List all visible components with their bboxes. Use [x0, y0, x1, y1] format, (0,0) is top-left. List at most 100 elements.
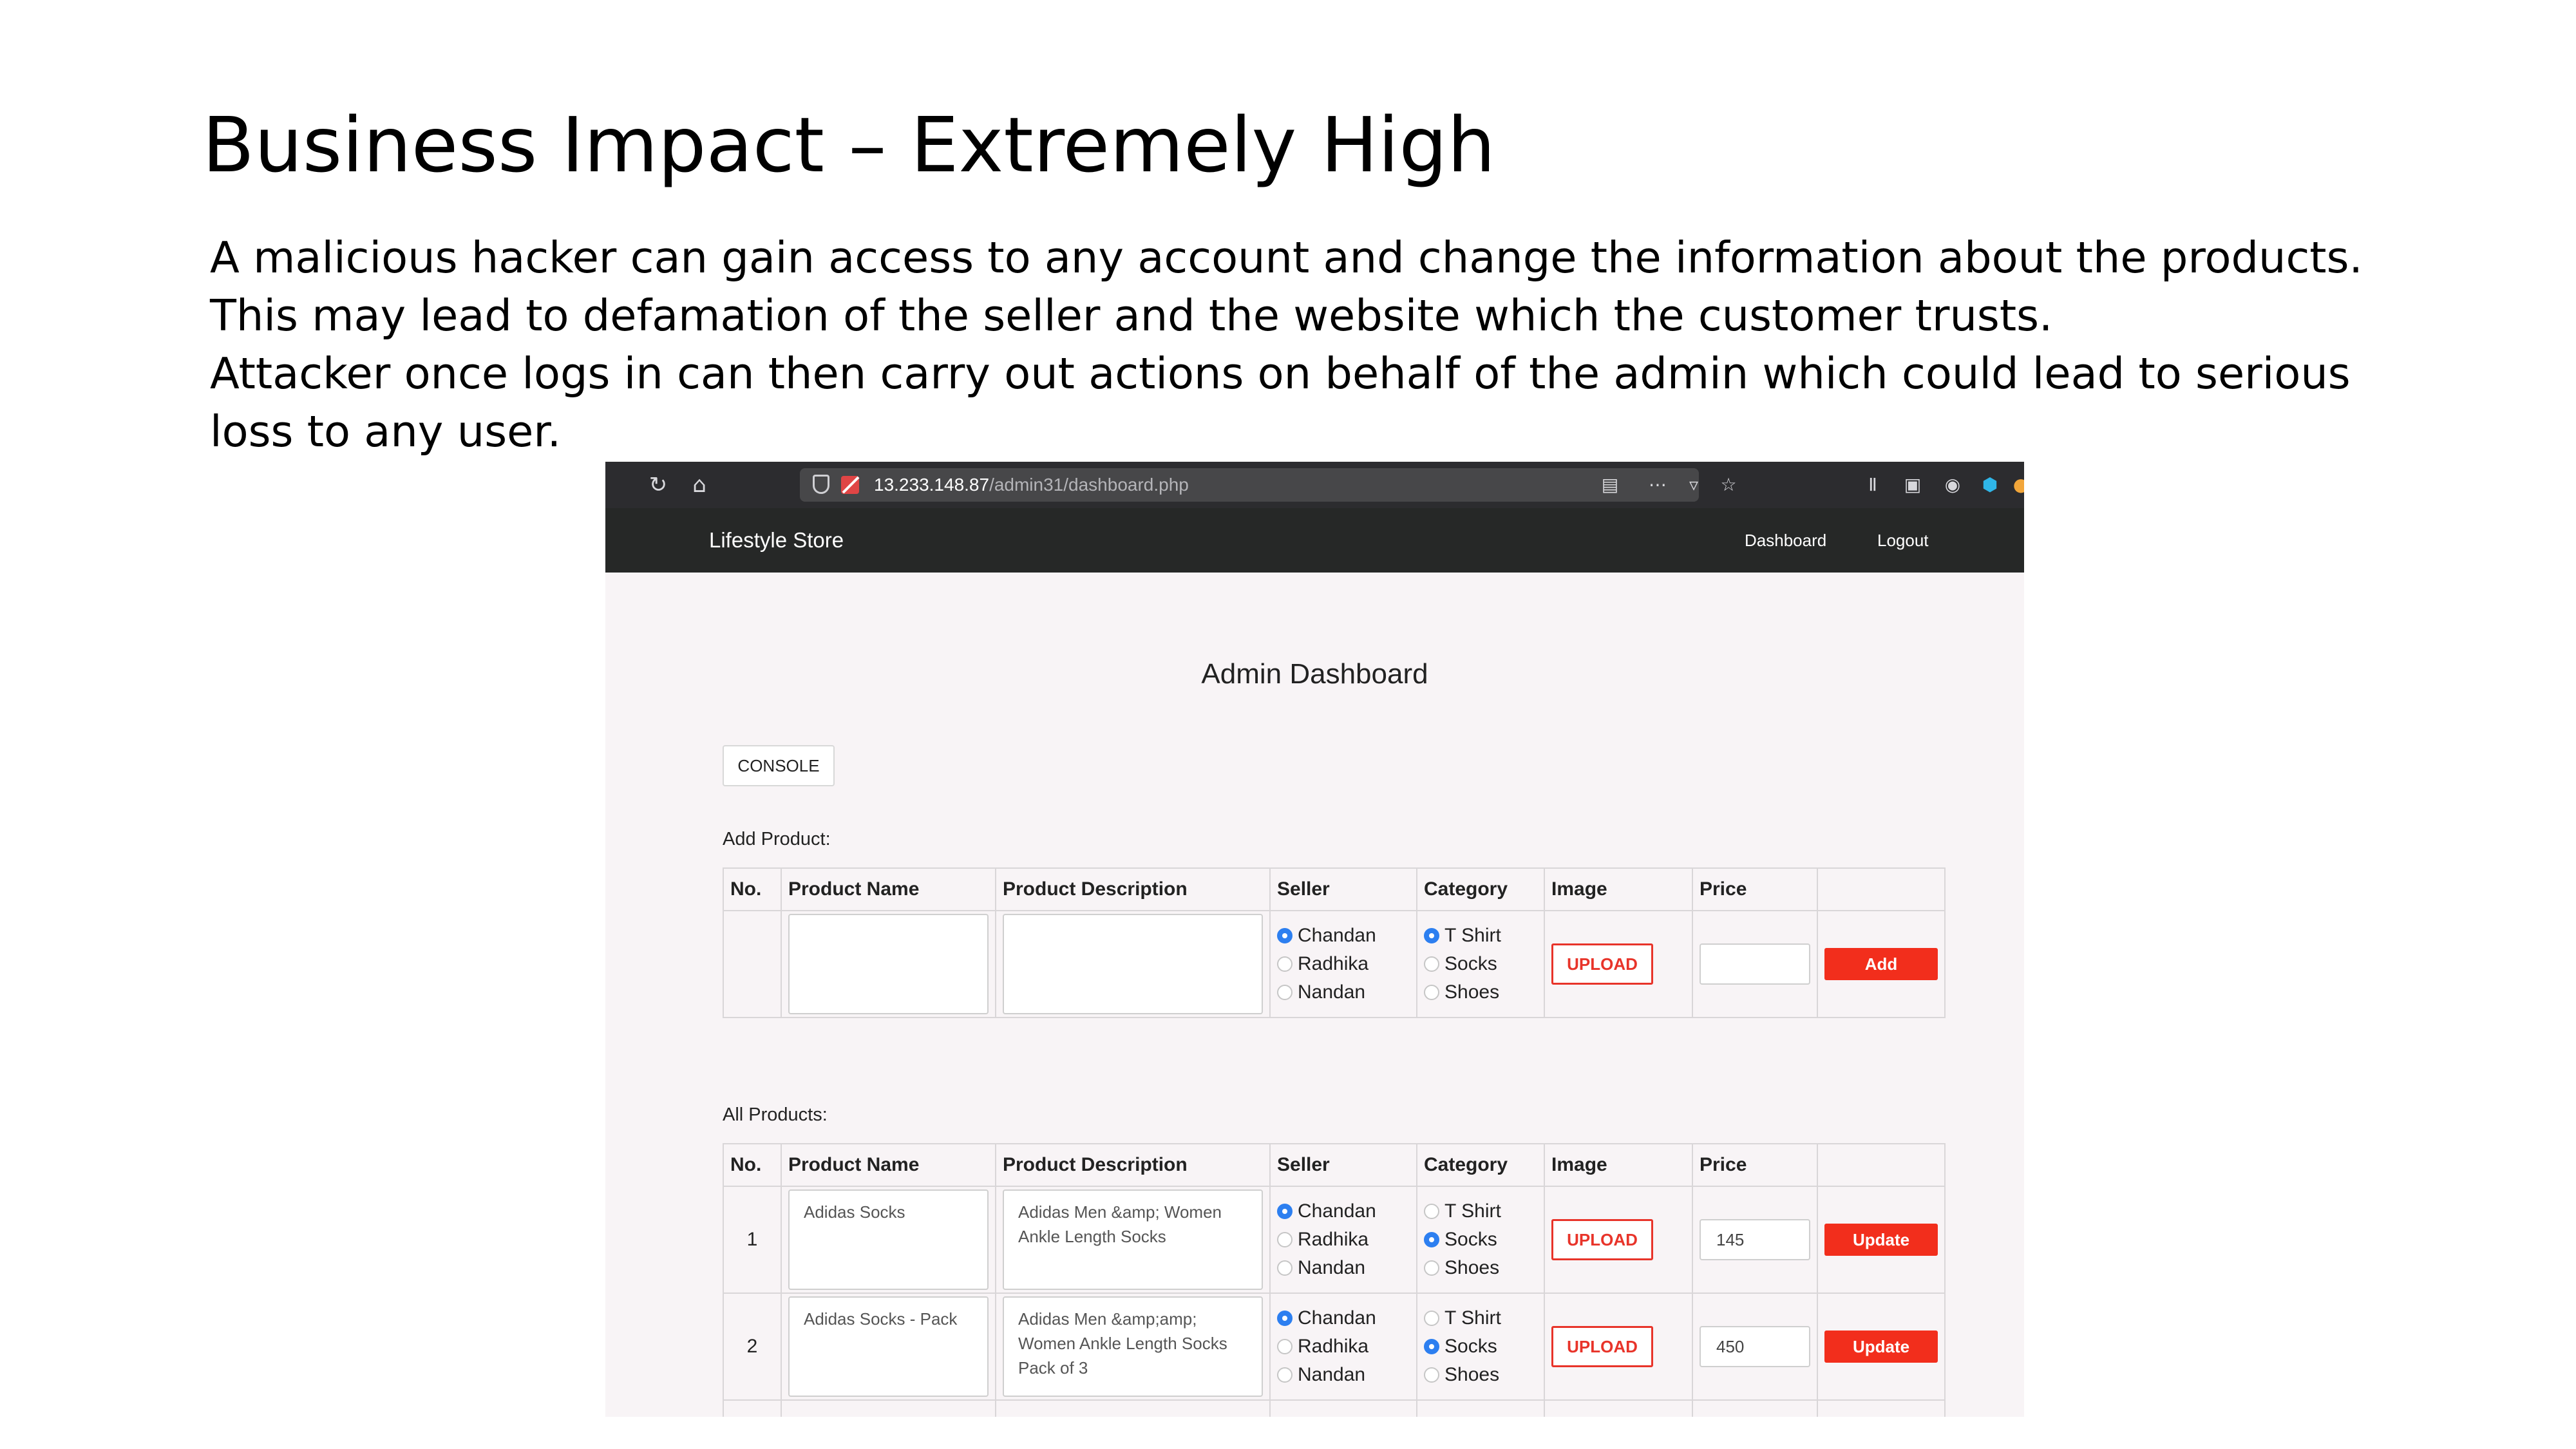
radio-button[interactable] — [1277, 1367, 1293, 1383]
category-radio-group-option[interactable]: Shoes — [1424, 978, 1537, 1007]
radio-button[interactable] — [1277, 1204, 1293, 1219]
cell-product-description: Adidas Men &amp;amp; Women Ankle Length … — [995, 1293, 1271, 1401]
add-button[interactable]: Add — [1824, 948, 1938, 980]
shield-icon[interactable] — [813, 475, 829, 494]
radio-button[interactable] — [1277, 928, 1293, 943]
seller-radio-group-option[interactable]: Radhika — [1277, 950, 1410, 978]
address-bar[interactable]: 13.233.148.87/admin31/dashboard.php ▤ ⋯ … — [800, 468, 1737, 502]
radio-button[interactable] — [1277, 956, 1293, 972]
seller-radio-group-option[interactable]: Chandan — [1277, 922, 1410, 950]
radio-button[interactable] — [1277, 985, 1293, 1000]
pocket-icon[interactable]: ▿ — [1680, 471, 1708, 499]
library-icon[interactable]: Ⅱ — [1859, 471, 1887, 499]
radio-button[interactable] — [1424, 1204, 1439, 1219]
home-icon[interactable]: ⌂ — [685, 471, 714, 499]
brand-logo[interactable]: Lifestyle Store — [709, 508, 844, 573]
product-description-input[interactable] — [1003, 914, 1263, 1014]
cell-seller — [1269, 1399, 1417, 1417]
category-radio-group-option[interactable]: Socks — [1424, 1332, 1537, 1361]
url-path: /admin31/dashboard.php — [989, 475, 1189, 495]
column-header-number: No. — [723, 867, 782, 911]
cell-image — [1544, 1399, 1693, 1417]
radio-button[interactable] — [1424, 985, 1439, 1000]
cell-action: Update — [1817, 1293, 1946, 1401]
upload-button[interactable]: UPLOAD — [1551, 943, 1653, 985]
radio-button[interactable] — [1424, 956, 1439, 972]
column-header-product-description: Product Description — [995, 867, 1271, 911]
seller-radio-group-option[interactable]: Radhika — [1277, 1226, 1410, 1254]
more-icon[interactable]: ⋯ — [1643, 471, 1672, 499]
seller-radio-group-option[interactable]: Radhika — [1277, 1332, 1410, 1361]
category-radio-group-option[interactable]: T Shirt — [1424, 1197, 1537, 1226]
insecure-lock-icon[interactable] — [841, 476, 859, 494]
price-input[interactable]: 450 — [1700, 1326, 1810, 1367]
update-button[interactable]: Update — [1824, 1224, 1938, 1256]
update-button[interactable]: Update — [1824, 1331, 1938, 1363]
product-description-input[interactable]: Adidas Men &amp; Women Ankle Length Sock… — [1003, 1189, 1263, 1290]
reload-icon[interactable]: ↻ — [644, 471, 672, 499]
seller-radio-group: Chandan Radhika Nandan — [1277, 1304, 1410, 1389]
cell-price — [1692, 1399, 1818, 1417]
product-name-input[interactable]: Adidas Socks - Pack — [788, 1296, 989, 1397]
extension-icon[interactable]: ⬢ — [1976, 471, 2004, 499]
radio-label: Chandan — [1298, 1200, 1376, 1222]
seller-radio-group-option[interactable]: Nandan — [1277, 1361, 1410, 1389]
account-icon[interactable]: ◉ — [1938, 471, 1967, 499]
cell-action: Add — [1817, 910, 1946, 1018]
reader-view-icon[interactable]: ▤ — [1596, 471, 1624, 499]
radio-button[interactable] — [1277, 1311, 1293, 1326]
seller-radio-group-option[interactable]: Chandan — [1277, 1197, 1410, 1226]
cell-number: 1 — [723, 1186, 782, 1294]
category-radio-group: T Shirt Socks Shoes — [1424, 1304, 1537, 1389]
product-name-input[interactable] — [788, 914, 989, 1014]
nav-dashboard-link[interactable]: Dashboard — [1745, 508, 1826, 573]
radio-button[interactable] — [1277, 1232, 1293, 1247]
seller-radio-group-option[interactable]: Chandan — [1277, 1304, 1410, 1332]
upload-button[interactable]: UPLOAD — [1551, 1219, 1653, 1260]
category-radio-group-option[interactable]: T Shirt — [1424, 1304, 1537, 1332]
nav-logout-link[interactable]: Logout — [1877, 508, 1929, 573]
bookmark-star-icon[interactable]: ☆ — [1714, 471, 1743, 499]
radio-button[interactable] — [1424, 1260, 1439, 1276]
radio-label: T Shirt — [1444, 1307, 1501, 1329]
cell-product-name: Adidas Socks — [781, 1186, 996, 1294]
seller-radio-group-option[interactable]: Nandan — [1277, 1254, 1410, 1282]
price-input[interactable] — [1700, 943, 1810, 985]
radio-label: Radhika — [1298, 1229, 1369, 1250]
cell-image: UPLOAD — [1544, 1186, 1693, 1294]
column-header-action — [1817, 867, 1946, 911]
browser-screenshot: ↻ ⌂ 13.233.148.87/admin31/dashboard.php … — [605, 462, 2024, 1417]
upload-button[interactable]: UPLOAD — [1551, 1326, 1653, 1367]
column-header-price: Price — [1692, 1143, 1818, 1187]
radio-button[interactable] — [1277, 1339, 1293, 1354]
column-header-product-name: Product Name — [781, 867, 996, 911]
category-radio-group-option[interactable]: Socks — [1424, 1226, 1537, 1254]
category-radio-group-option[interactable]: T Shirt — [1424, 922, 1537, 950]
radio-button[interactable] — [1424, 1339, 1439, 1354]
seller-radio-group-option[interactable]: Nandan — [1277, 978, 1410, 1007]
radio-button[interactable] — [1277, 1260, 1293, 1276]
radio-button[interactable] — [1424, 1367, 1439, 1383]
extension-icon-2[interactable]: ● — [2007, 471, 2024, 499]
category-radio-group-option[interactable]: Shoes — [1424, 1254, 1537, 1282]
cell-number: 2 — [723, 1293, 782, 1401]
price-input[interactable]: 145 — [1700, 1219, 1810, 1260]
product-description-input[interactable]: Adidas Men &amp;amp; Women Ankle Length … — [1003, 1296, 1263, 1397]
radio-button[interactable] — [1424, 1311, 1439, 1326]
product-name-input[interactable]: Adidas Socks — [788, 1189, 989, 1290]
column-header-number: No. — [723, 1143, 782, 1187]
radio-button[interactable] — [1424, 928, 1439, 943]
radio-button[interactable] — [1424, 1232, 1439, 1247]
slide-body: A malicious hacker can gain access to an… — [210, 229, 2374, 460]
column-header-product-name: Product Name — [781, 1143, 996, 1187]
category-radio-group-option[interactable]: Shoes — [1424, 1361, 1537, 1389]
table-row — [723, 1399, 1946, 1417]
category-radio-group-option[interactable]: Socks — [1424, 950, 1537, 978]
slide-paragraph: Attacker once logs in can then carry out… — [210, 348, 2351, 457]
console-button[interactable]: CONSOLE — [723, 745, 835, 786]
cell-seller: Chandan Radhika Nandan — [1269, 910, 1417, 1018]
column-header-image: Image — [1544, 1143, 1693, 1187]
sidebar-icon[interactable]: ▣ — [1899, 471, 1927, 499]
all-products-table: No. Product Name Product Description Seller… — [723, 1143, 1946, 1417]
cell-product-name — [781, 910, 996, 1018]
